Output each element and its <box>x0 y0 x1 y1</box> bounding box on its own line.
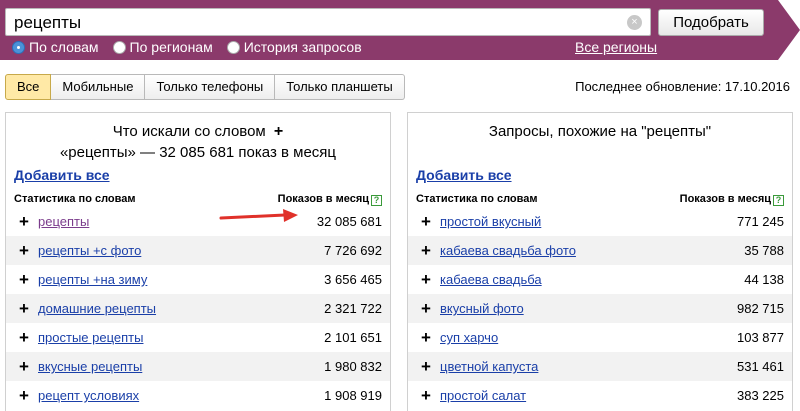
plus-icon[interactable]: + <box>12 386 36 406</box>
mode-by-words[interactable]: По словам <box>12 39 99 55</box>
phrase-link[interactable]: простые рецепты <box>38 330 324 345</box>
mode-by-regions[interactable]: По регионам <box>112 39 213 55</box>
add-word-plus-icon[interactable]: + <box>274 123 283 140</box>
mode-label: История запросов <box>243 39 362 55</box>
plus-icon[interactable]: + <box>12 270 36 290</box>
radio-icon[interactable] <box>12 40 25 54</box>
phrase-link[interactable]: суп харчо <box>440 330 737 345</box>
count-value: 982 715 <box>737 301 784 316</box>
search-header: × Подобрать По словам По регионам Истори… <box>0 0 800 60</box>
mode-history[interactable]: История запросов <box>226 39 362 55</box>
clear-icon[interactable]: × <box>627 15 642 30</box>
column-headers: Статистика по словам Показов в месяц? <box>14 193 382 206</box>
count-value: 1 980 832 <box>324 359 382 374</box>
add-all-link[interactable]: Добавить все <box>416 167 512 183</box>
all-regions-link[interactable]: Все регионы <box>575 39 657 55</box>
plus-icon[interactable]: + <box>12 241 36 261</box>
table-row: + простой салат 383 225 <box>408 381 792 410</box>
count-value: 3 656 465 <box>324 272 382 287</box>
table-row: + рецепт условиях 1 908 919 <box>6 381 390 410</box>
table-row: + вкусный фото 982 715 <box>408 294 792 323</box>
last-update-text: Последнее обновление: 17.10.2016 <box>575 79 790 94</box>
plus-icon[interactable]: + <box>414 212 438 232</box>
table-row: + суп харчо 103 877 <box>408 323 792 352</box>
search-input[interactable] <box>14 12 624 34</box>
plus-icon[interactable]: + <box>12 212 36 232</box>
phrase-link[interactable]: рецепт условиях <box>38 388 324 403</box>
count-value: 2 321 722 <box>324 301 382 316</box>
phrase-link[interactable]: рецепты +на зиму <box>38 272 324 287</box>
phrase-link[interactable]: кабаева свадьба фото <box>440 243 744 258</box>
count-value: 531 461 <box>737 359 784 374</box>
count-value: 1 908 919 <box>324 388 382 403</box>
panel-subtitle: «рецепты» — 32 085 681 показ в месяц <box>59 144 337 161</box>
left-panel: Что искали со словом + «рецепты» — 32 08… <box>5 112 391 411</box>
title-line1: Что искали со словом <box>112 123 266 140</box>
search-box: × <box>5 8 651 36</box>
device-tabs: Все Мобильные Только телефоны Только пла… <box>5 74 405 100</box>
search-mode-group: По словам По регионам История запросов <box>12 38 376 56</box>
mode-label: По словам <box>29 39 99 55</box>
table-row: + рецепты +на зиму 3 656 465 <box>6 265 390 294</box>
tab-mobile[interactable]: Мобильные <box>51 74 146 100</box>
plus-icon[interactable]: + <box>12 299 36 319</box>
plus-icon[interactable]: + <box>414 328 438 348</box>
help-icon[interactable]: ? <box>371 195 382 206</box>
column-headers: Статистика по словам Показов в месяц? <box>416 193 784 206</box>
mode-label: По регионам <box>129 39 213 55</box>
tab-tablets-only[interactable]: Только планшеты <box>275 74 405 100</box>
count-value: 103 877 <box>737 330 784 345</box>
radio-icon[interactable] <box>226 40 240 54</box>
table-row: + кабаева свадьба фото 35 788 <box>408 236 792 265</box>
phrase-link[interactable]: вкусные рецепты <box>38 359 324 374</box>
red-arrow-annotation <box>219 209 298 222</box>
plus-icon[interactable]: + <box>414 357 438 377</box>
table-row: + простые рецепты 2 101 651 <box>6 323 390 352</box>
plus-icon[interactable]: + <box>12 357 36 377</box>
count-value: 44 138 <box>744 272 784 287</box>
phrase-link[interactable]: простой вкусный <box>440 214 737 229</box>
col-count-header: Показов в месяц? <box>680 193 784 206</box>
count-value: 35 788 <box>744 243 784 258</box>
col-phrase-header: Статистика по словам <box>416 193 538 205</box>
phrase-link[interactable]: рецепты +с фото <box>38 243 324 258</box>
table-row: + рецепты 32 085 681 <box>6 207 390 236</box>
table-row: + цветной капуста 531 461 <box>408 352 792 381</box>
phrase-link[interactable]: домашние рецепты <box>38 301 324 316</box>
tab-all[interactable]: Все <box>5 74 52 100</box>
table-row: + кабаева свадьба 44 138 <box>408 265 792 294</box>
phrase-link[interactable]: простой салат <box>440 388 737 403</box>
count-value: 7 726 692 <box>324 243 382 258</box>
count-value: 383 225 <box>737 388 784 403</box>
phrase-link[interactable]: цветной капуста <box>440 359 737 374</box>
panel-title: Что искали со словом + <box>6 121 390 142</box>
col-count-header: Показов в месяц? <box>278 193 382 206</box>
add-all-link[interactable]: Добавить все <box>14 167 110 183</box>
plus-icon[interactable]: + <box>414 299 438 319</box>
count-value: 32 085 681 <box>316 214 382 229</box>
plus-icon[interactable]: + <box>414 270 438 290</box>
help-icon[interactable]: ? <box>773 195 784 206</box>
table-row: + рецепты +с фото 7 726 692 <box>6 236 390 265</box>
radio-icon[interactable] <box>112 40 126 54</box>
phrase-link[interactable]: вкусный фото <box>440 301 737 316</box>
table-row: + домашние рецепты 2 321 722 <box>6 294 390 323</box>
plus-icon[interactable]: + <box>414 386 438 406</box>
table-row: + простой вкусный 771 245 <box>408 207 792 236</box>
phrase-link[interactable]: кабаева свадьба <box>440 272 744 287</box>
plus-icon[interactable]: + <box>12 328 36 348</box>
panel-title: Запросы, похожие на "рецепты" <box>488 123 712 140</box>
col-phrase-header: Статистика по словам <box>14 193 136 205</box>
table-row: + вкусные рецепты 1 980 832 <box>6 352 390 381</box>
right-panel: Запросы, похожие на "рецепты" Добавить в… <box>407 112 793 411</box>
count-value: 2 101 651 <box>324 330 382 345</box>
tab-phones-only[interactable]: Только телефоны <box>145 74 276 100</box>
count-value: 771 245 <box>737 214 784 229</box>
plus-icon[interactable]: + <box>414 241 438 261</box>
submit-button[interactable]: Подобрать <box>658 9 764 36</box>
